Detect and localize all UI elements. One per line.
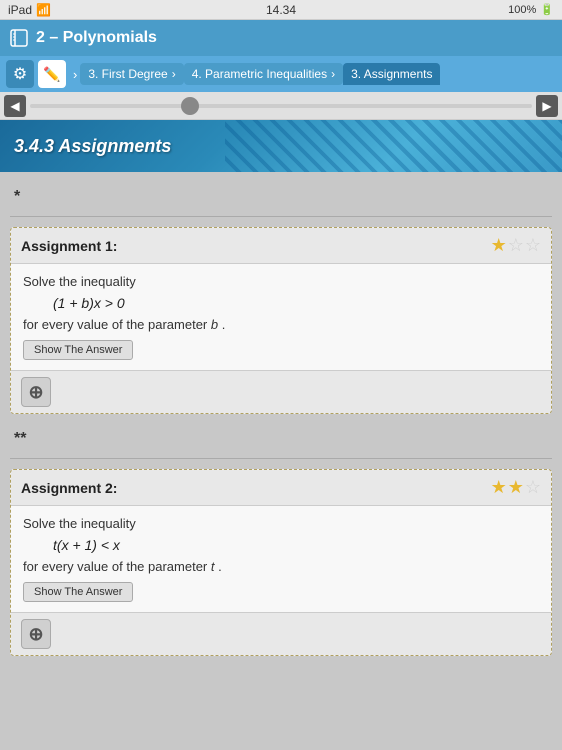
wifi-icon: 📶: [36, 3, 51, 17]
section-header: 3.4.3 Assignments: [0, 120, 562, 172]
star-2-3: ☆: [525, 477, 541, 498]
nav-bar: ⚙ ✏️ › 3. First Degree › 4. Parametric I…: [0, 56, 562, 92]
assignment-title-1: Assignment 1:: [21, 238, 117, 254]
assignment-body-2: Solve the inequality t(x + 1) < x for ev…: [11, 506, 551, 612]
slider-prev-button[interactable]: ◀: [4, 95, 26, 117]
assignment-stars-2: ★ ★ ☆: [491, 477, 541, 498]
breadcrumb-assignments[interactable]: 3. Assignments: [343, 63, 440, 85]
show-answer-button-1[interactable]: Show The Answer: [23, 340, 133, 360]
status-bar-time: 14.34: [266, 3, 296, 17]
divider-1: [10, 216, 552, 217]
assignment-param-1: for every value of the parameter b .: [23, 317, 539, 332]
add-note-button-2[interactable]: ⊕: [21, 619, 51, 649]
slider-thumb[interactable]: [181, 97, 199, 115]
content-inner: * Assignment 1: ★ ☆ ☆ Solve the inequali…: [0, 172, 562, 676]
add-icon-2: ⊕: [28, 624, 43, 645]
difficulty-level-1: *: [10, 182, 552, 212]
battery-icon: 🔋: [540, 3, 554, 16]
assignment-body-1: Solve the inequality (1 + b)x > 0 for ev…: [11, 264, 551, 370]
assignment-equation-2: t(x + 1) < x: [53, 537, 539, 553]
battery-percent: 100%: [508, 4, 536, 16]
ipad-label: iPad: [8, 3, 32, 17]
assignment-instruction-1: Solve the inequality: [23, 274, 539, 289]
assignment-card-2: Assignment 2: ★ ★ ☆ Solve the inequality…: [10, 469, 552, 656]
assignment-header-1: Assignment 1: ★ ☆ ☆: [11, 228, 551, 264]
difficulty-stars-1: *: [14, 188, 20, 205]
breadcrumb-first-degree[interactable]: 3. First Degree ›: [80, 63, 183, 85]
slider-track[interactable]: [30, 104, 532, 108]
star-2-2: ★: [508, 477, 524, 498]
breadcrumb-first-degree-label: 3. First Degree: [88, 67, 167, 81]
show-answer-button-2[interactable]: Show The Answer: [23, 582, 133, 602]
assignment-stars-1: ★ ☆ ☆: [491, 235, 541, 256]
assignment-footer-2: ⊕: [11, 612, 551, 655]
breadcrumb-arrow-1: ›: [172, 67, 176, 81]
book-icon: [10, 29, 28, 47]
content-area: 3.4.3 Assignments * Assignment 1: ★ ☆ ☆ …: [0, 120, 562, 750]
status-bar-right: 100% 🔋: [508, 3, 554, 16]
star-1-3: ☆: [525, 235, 541, 256]
assignment-footer-1: ⊕: [11, 370, 551, 413]
slider-bar: ◀ ▶: [0, 92, 562, 120]
status-bar-left: iPad 📶: [8, 3, 51, 17]
breadcrumb-assignments-label: 3. Assignments: [351, 67, 432, 81]
add-note-button-1[interactable]: ⊕: [21, 377, 51, 407]
assignment-card-1: Assignment 1: ★ ☆ ☆ Solve the inequality…: [10, 227, 552, 414]
assignment-param-2: for every value of the parameter t .: [23, 559, 539, 574]
section-header-title: 3.4.3 Assignments: [14, 136, 171, 157]
page-title: 2 – Polynomials: [36, 29, 157, 47]
settings-button[interactable]: ⚙: [6, 60, 34, 88]
assignment-title-2: Assignment 2:: [21, 480, 117, 496]
star-2-1: ★: [491, 477, 507, 498]
pencil-button[interactable]: ✏️: [38, 60, 66, 88]
divider-2: [10, 458, 552, 459]
status-bar: iPad 📶 14.34 100% 🔋: [0, 0, 562, 20]
star-1-1: ★: [491, 235, 507, 256]
add-icon-1: ⊕: [28, 382, 43, 403]
breadcrumb-parametric-label: 4. Parametric Inequalities: [192, 67, 327, 81]
title-bar: 2 – Polynomials: [0, 20, 562, 56]
breadcrumb-parametric[interactable]: 4. Parametric Inequalities ›: [184, 63, 343, 85]
slider-next-button[interactable]: ▶: [536, 95, 558, 117]
assignment-instruction-2: Solve the inequality: [23, 516, 539, 531]
difficulty-stars-2: **: [14, 430, 26, 447]
star-1-2: ☆: [508, 235, 524, 256]
breadcrumb-arrow-2: ›: [331, 67, 335, 81]
difficulty-level-2: **: [10, 424, 552, 454]
nav-arrow-1: ›: [73, 67, 77, 82]
assignment-equation-1: (1 + b)x > 0: [53, 295, 539, 311]
assignment-header-2: Assignment 2: ★ ★ ☆: [11, 470, 551, 506]
